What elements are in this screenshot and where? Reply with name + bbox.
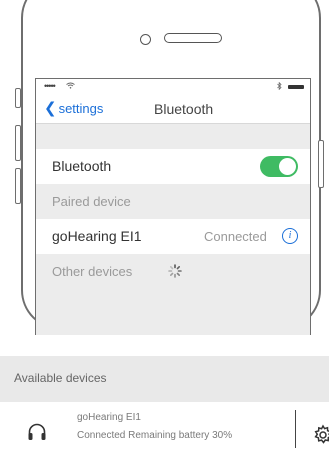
paired-section-label: Paired device (52, 194, 131, 209)
speaker-grille (164, 33, 222, 43)
volume-up-button (15, 125, 21, 161)
paired-device-status: Connected (204, 229, 267, 244)
available-device-name: goHearing EI1 (77, 412, 141, 423)
signal-icon: ••••• (44, 81, 56, 91)
paired-device-name: goHearing EI1 (52, 228, 142, 244)
mute-switch (15, 88, 21, 108)
bluetooth-status-icon (277, 81, 282, 92)
page-title: Bluetooth (154, 101, 214, 117)
paired-section-header: Paired device (36, 184, 310, 219)
power-button (318, 140, 324, 188)
available-devices-header: Available devices (0, 356, 329, 402)
available-devices-title: Available devices (14, 371, 107, 385)
back-label: settings (58, 101, 104, 116)
section-spacer (36, 124, 310, 149)
bluetooth-label: Bluetooth (52, 158, 112, 174)
chevron-left-icon: ❮ (44, 100, 57, 117)
navigation-bar: ❮ settings Bluetooth (36, 97, 310, 124)
available-device-row[interactable]: goHearing EI1 Connected Remaining batter… (0, 402, 329, 460)
volume-down-button (15, 168, 21, 204)
phone-frame: ••••• ❮ settings Bluetooth Bluetooth Pai… (21, 0, 321, 335)
info-icon[interactable]: i (282, 228, 298, 244)
bluetooth-row: Bluetooth (36, 149, 310, 184)
other-section-header: Other devices (36, 254, 310, 335)
headphones-icon (27, 422, 47, 447)
camera-icon (140, 34, 151, 45)
status-bar: ••••• (36, 79, 310, 97)
back-button[interactable]: ❮ settings (44, 101, 103, 116)
phone-screen: ••••• ❮ settings Bluetooth Bluetooth Pai… (35, 78, 311, 335)
bluetooth-toggle[interactable] (260, 156, 298, 177)
other-section-label: Other devices (52, 264, 133, 279)
paired-device-row[interactable]: goHearing EI1 Connected i (36, 219, 310, 254)
battery-icon (288, 85, 304, 89)
loading-spinner-icon (168, 264, 182, 283)
divider (295, 410, 296, 448)
wifi-icon (66, 82, 75, 91)
available-device-status: Connected Remaining battery 30% (77, 430, 233, 441)
toggle-knob (279, 158, 296, 175)
gear-icon[interactable] (312, 424, 329, 451)
